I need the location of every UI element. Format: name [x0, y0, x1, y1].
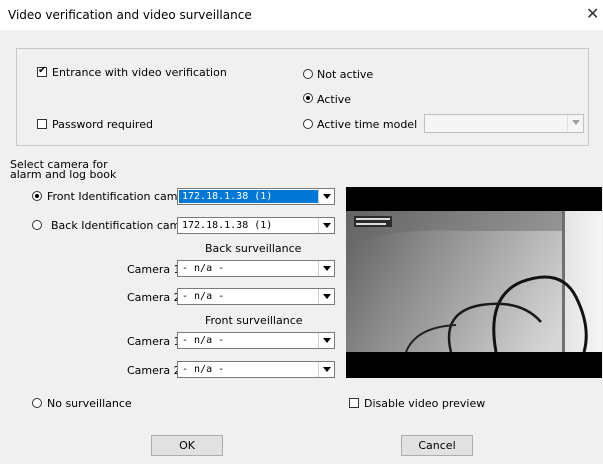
back-identification-value: 172.18.1.38 (1)	[182, 220, 273, 231]
password-required-checkbox[interactable]	[37, 119, 47, 129]
front-identification-radio[interactable]	[32, 191, 42, 201]
chevron-down-icon	[318, 218, 334, 233]
front-camera2-select[interactable]: - n/a -	[177, 361, 335, 378]
back-identification-radio[interactable]	[32, 220, 42, 230]
front-surveillance-heading: Front surveillance	[205, 314, 303, 327]
window-title: Video verification and video surveillanc…	[8, 8, 252, 22]
front-camera1-select[interactable]: - n/a -	[177, 332, 335, 349]
not-active-label: Not active	[317, 68, 374, 81]
back-camera1-label: Camera 1:	[127, 263, 185, 276]
password-required-label: Password required	[52, 118, 153, 131]
camera-feed-image	[346, 211, 602, 353]
chevron-down-icon	[318, 189, 334, 204]
chevron-down-icon	[318, 289, 334, 304]
entrance-video-verification-label: Entrance with video verification	[52, 66, 227, 79]
close-icon[interactable]: ✕	[586, 4, 599, 23]
back-surveillance-heading: Back surveillance	[205, 242, 302, 255]
front-camera2-label: Camera 2:	[127, 364, 185, 377]
disable-video-preview-checkbox[interactable]	[349, 398, 359, 408]
front-camera1-value: - n/a -	[182, 335, 225, 346]
front-identification-select[interactable]: 172.18.1.38 (1)	[177, 188, 335, 205]
active-time-model-label: Active time model	[317, 118, 418, 131]
not-active-radio[interactable]	[303, 69, 313, 79]
front-identification-value: 172.18.1.38 (1)	[179, 190, 319, 203]
active-time-model-radio[interactable]	[303, 119, 313, 129]
back-camera2-label: Camera 2:	[127, 291, 185, 304]
checkmark-icon: ✔	[38, 65, 47, 76]
back-identification-select[interactable]: 172.18.1.38 (1)	[177, 217, 335, 234]
disable-video-preview-label: Disable video preview	[364, 397, 486, 410]
video-preview	[346, 187, 602, 378]
chevron-down-icon	[318, 362, 334, 377]
chevron-down-icon	[318, 261, 334, 276]
chevron-down-icon	[318, 333, 334, 348]
select-camera-heading-line2: alarm and log book	[10, 168, 117, 181]
back-camera2-select[interactable]: - n/a -	[177, 288, 335, 305]
back-camera1-value: - n/a -	[182, 263, 225, 274]
ok-button[interactable]: OK	[151, 435, 223, 456]
front-camera1-label: Camera 1:	[127, 335, 185, 348]
entrance-video-verification-checkbox[interactable]: ✔	[37, 65, 47, 77]
back-camera1-select[interactable]: - n/a -	[177, 260, 335, 277]
title-bar: Video verification and video surveillanc…	[0, 0, 603, 30]
active-label: Active	[317, 93, 352, 106]
no-surveillance-radio[interactable]	[32, 398, 42, 408]
no-surveillance-label: No surveillance	[47, 397, 132, 410]
active-radio[interactable]	[303, 93, 313, 103]
back-camera2-value: - n/a -	[182, 291, 225, 302]
chevron-down-icon	[567, 115, 583, 132]
front-camera2-value: - n/a -	[182, 364, 225, 375]
time-model-select[interactable]	[424, 114, 584, 133]
cancel-button[interactable]: Cancel	[401, 435, 473, 456]
